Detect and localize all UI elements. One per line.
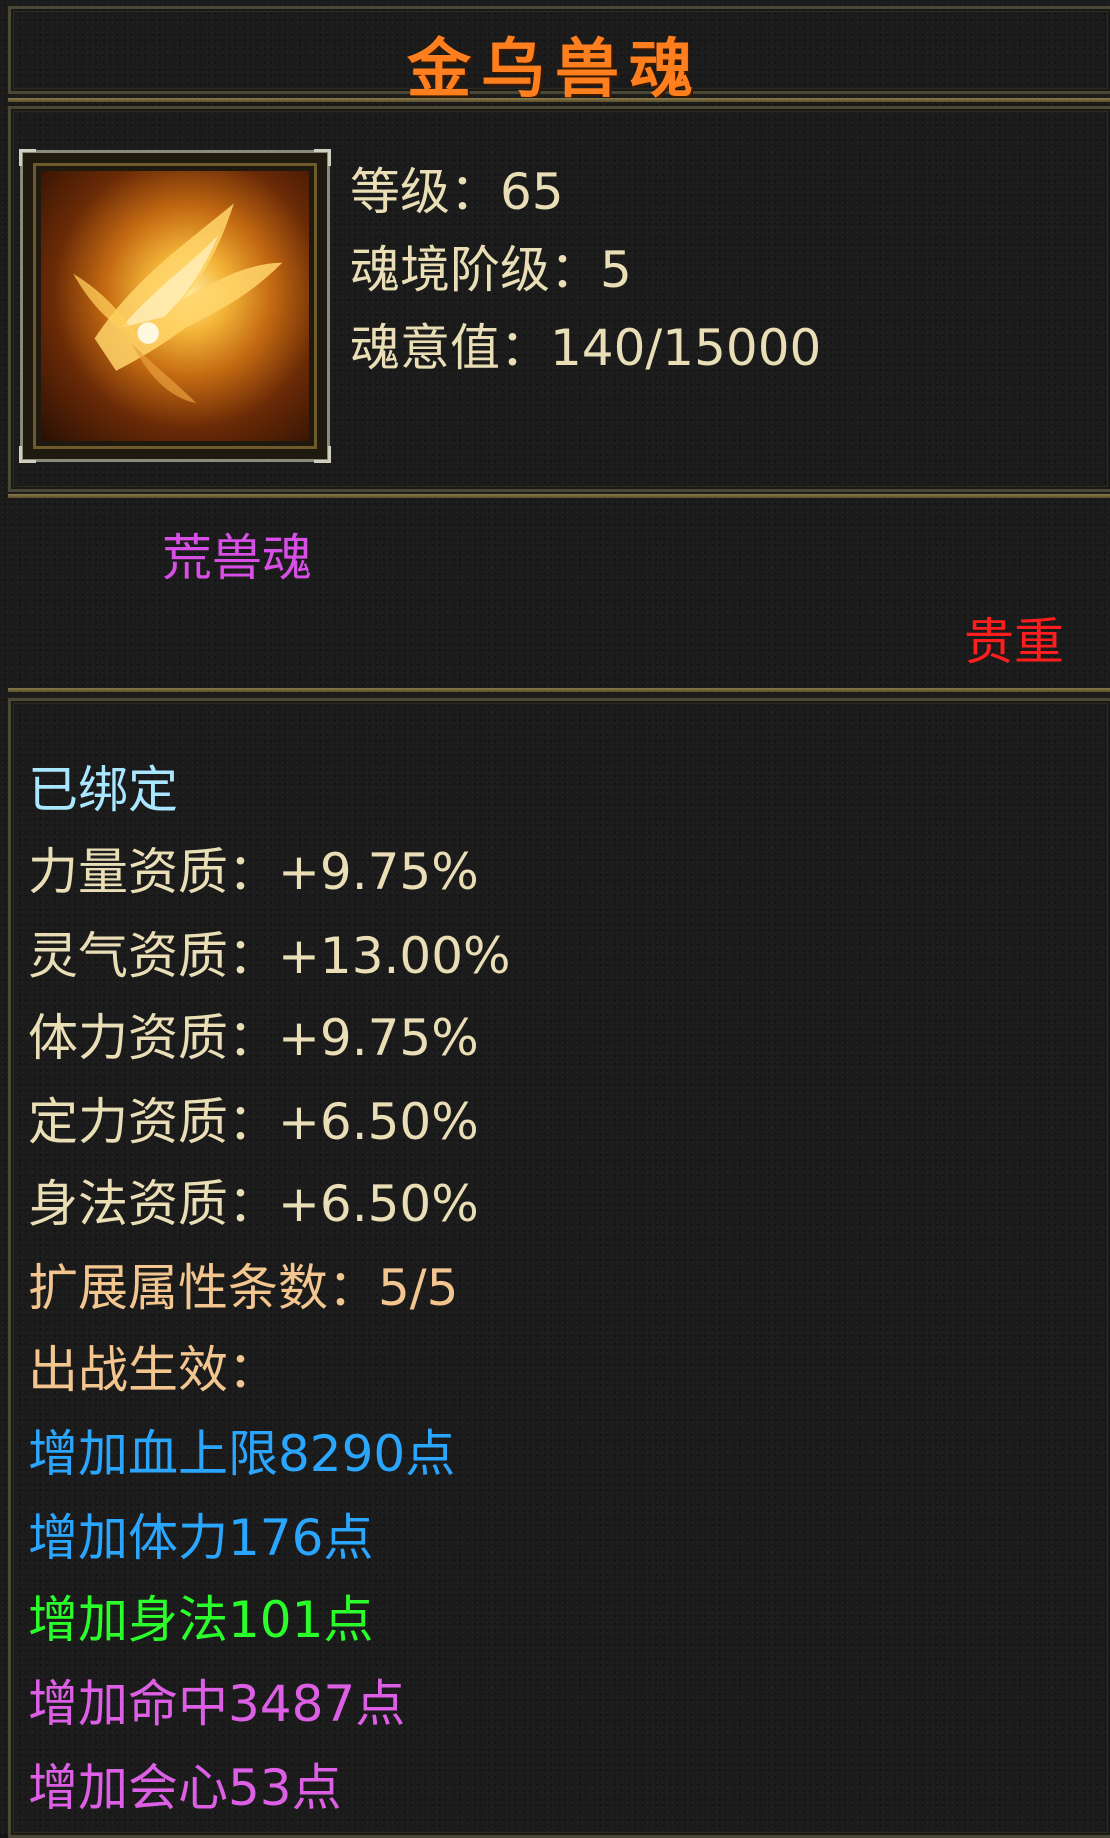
bonus-stamina: 增加体力176点 xyxy=(28,1509,374,1567)
divider xyxy=(8,98,1110,102)
aptitude-focus: 定力资质：+6.50% xyxy=(28,1093,479,1151)
aptitude-stamina: 体力资质：+9.75% xyxy=(28,1009,479,1067)
soul-value-stat: 魂意值：140/15000 xyxy=(350,319,822,377)
item-category: 荒兽魂 xyxy=(162,529,312,587)
bonus-agility: 增加身法101点 xyxy=(28,1591,374,1649)
realm-stat: 魂境阶级：5 xyxy=(350,241,632,299)
divider xyxy=(8,494,1110,498)
rarity-label: 贵重 xyxy=(964,613,1064,671)
extended-attributes: 扩展属性条数：5/5 xyxy=(28,1259,459,1317)
aptitude-strength: 力量资质：+9.75% xyxy=(28,843,479,901)
bonus-max-hp: 增加血上限8290点 xyxy=(28,1425,456,1483)
bonus-crit: 增加会心53点 xyxy=(28,1759,342,1817)
level-stat: 等级：65 xyxy=(350,163,564,221)
golden-crow-phoenix-icon xyxy=(41,171,309,441)
battle-effect-label: 出战生效： xyxy=(28,1341,278,1399)
bonus-hit: 增加命中3487点 xyxy=(28,1675,406,1733)
aptitude-agility: 身法资质：+6.50% xyxy=(28,1175,479,1233)
bound-status: 已绑定 xyxy=(28,761,178,819)
item-icon-frame xyxy=(19,149,331,463)
item-title: 金乌兽魂 xyxy=(407,33,703,107)
item-tooltip: 金乌兽魂 等级：65 魂境阶级：5 魂意值：140/15000 荒兽魂 贵重 已… xyxy=(0,0,1110,1838)
aptitude-spirit: 灵气资质：+13.00% xyxy=(28,927,511,985)
divider xyxy=(8,688,1110,692)
